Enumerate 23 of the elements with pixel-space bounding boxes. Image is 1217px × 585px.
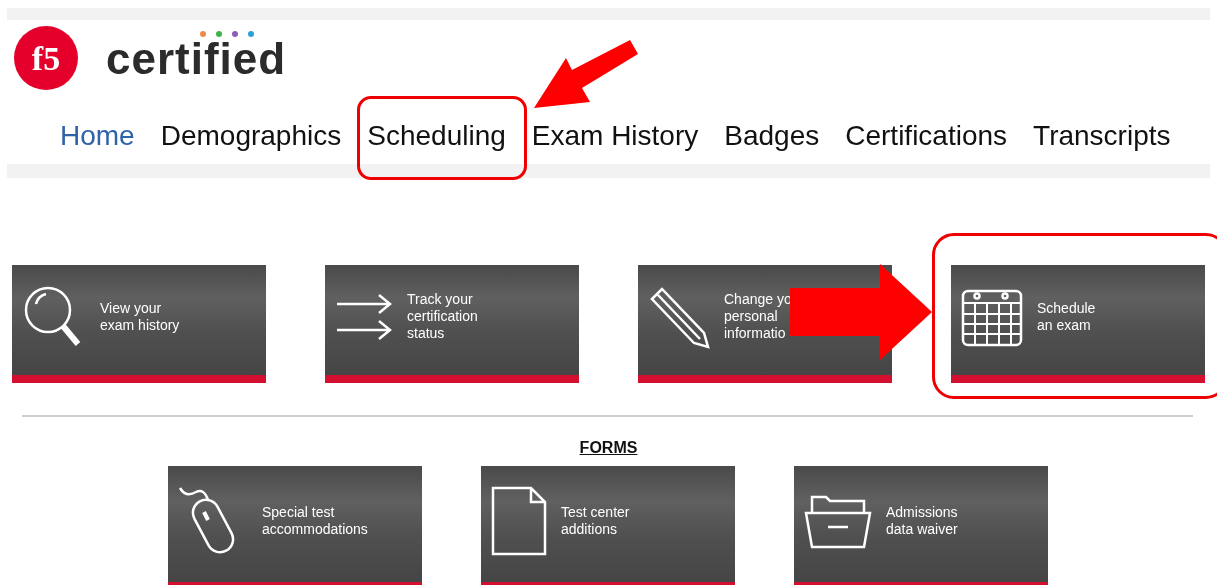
nav-link[interactable]: Scheduling xyxy=(367,120,506,152)
nav-link[interactable]: Exam History xyxy=(531,120,699,152)
logo-wordmark: certified xyxy=(106,34,287,84)
link-tile[interactable]: Special test accommodations xyxy=(168,466,422,585)
tile-label: Special test accommodations xyxy=(262,503,368,538)
tile-label: Track your certification status xyxy=(407,291,478,342)
nav-link[interactable]: Demographics xyxy=(160,120,342,152)
nav-link[interactable]: Badges xyxy=(724,120,820,152)
link-tile[interactable]: Track your certification status xyxy=(325,265,579,383)
link-tile[interactable]: Schedule an exam xyxy=(951,265,1205,383)
tile-label: View your exam history xyxy=(100,299,180,334)
section-heading: FORMS xyxy=(578,439,639,457)
tile-label: Test center additions xyxy=(561,503,630,538)
link-tile[interactable]: Test center additions xyxy=(481,466,735,585)
link-tile[interactable]: Admissions data waiver xyxy=(794,466,1048,585)
link-tile[interactable]: View your exam history xyxy=(12,265,266,383)
nav-link[interactable]: Certifications xyxy=(845,120,1008,152)
arrows-icon xyxy=(335,293,393,340)
nav-link[interactable]: Home xyxy=(60,120,135,152)
tile-label: Schedule an exam xyxy=(1037,299,1096,334)
document-icon xyxy=(491,485,547,556)
nav-link[interactable]: Transcripts xyxy=(1033,120,1171,152)
tile-label: Admissions data waiver xyxy=(886,503,958,538)
